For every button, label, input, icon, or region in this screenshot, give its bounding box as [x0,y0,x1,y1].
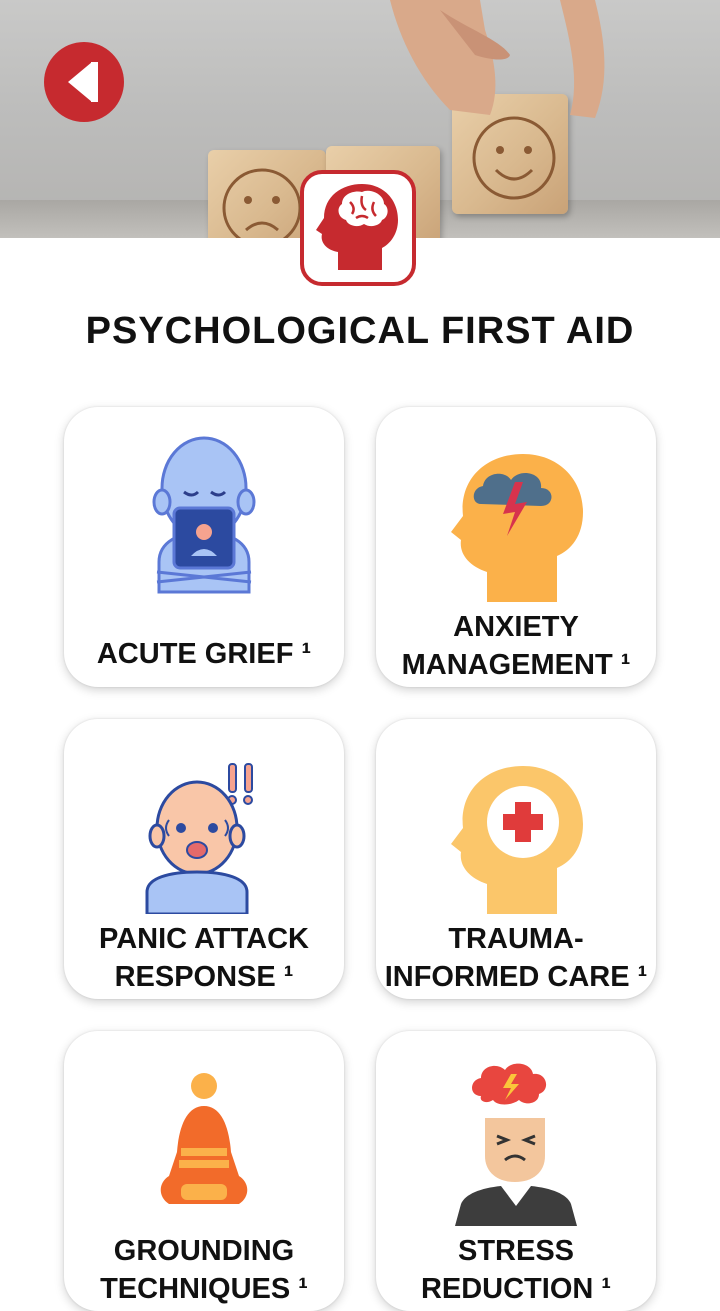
card-label: PANIC ATTACK RESPONSE ¹ [64,920,344,996]
card-stress-reduction[interactable]: STRESS REDUCTION ¹ [376,1031,656,1311]
card-panic-attack-response[interactable]: PANIC ATTACK RESPONSE ¹ [64,719,344,999]
card-label-line: RESPONSE ¹ [114,961,294,993]
card-label-line: STRESS [457,1235,575,1267]
card-grounding-techniques[interactable]: GROUNDING TECHNIQUES ¹ [64,1031,344,1311]
card-label-line: REDUCTION ¹ [420,1273,612,1305]
meditating-person-icon [160,1073,248,1204]
back-arrow-icon [68,62,98,102]
app-logo [300,170,416,286]
card-label: ACUTE GRIEF ¹ [64,635,344,673]
grieving-person-icon [152,436,256,594]
card-label: TRAUMA- INFORMED CARE ¹ [376,920,656,996]
storm-head-icon [451,454,583,602]
card-label-line: INFORMED CARE ¹ [384,961,648,993]
card-label-line: ACUTE GRIEF ¹ [96,638,312,670]
card-label-line: TECHNIQUES ¹ [100,1273,308,1305]
card-trauma-informed-care[interactable]: TRAUMA- INFORMED CARE ¹ [376,719,656,999]
card-label-line: TRAUMA- [448,923,584,955]
panicked-person-icon [145,763,253,914]
back-button[interactable] [44,42,124,122]
card-label: GROUNDING TECHNIQUES ¹ [64,1232,344,1308]
hand-image [390,0,605,118]
page-title: PSYCHOLOGICAL FIRST AID [85,310,635,352]
card-label: STRESS REDUCTION ¹ [376,1232,656,1308]
card-label-line: MANAGEMENT ¹ [401,649,631,681]
card-anxiety-management[interactable]: ANXIETY MANAGEMENT ¹ [376,407,656,687]
card-label-line: PANIC ATTACK [99,923,309,955]
card-label: ANXIETY MANAGEMENT ¹ [376,608,656,684]
card-label-line: GROUNDING [113,1235,295,1267]
stressed-person-icon [455,1063,577,1226]
medical-head-icon [451,766,583,914]
card-label-line: ANXIETY [453,611,579,643]
brain-head-icon [316,184,398,270]
card-acute-grief[interactable]: ACUTE GRIEF ¹ [64,407,344,687]
